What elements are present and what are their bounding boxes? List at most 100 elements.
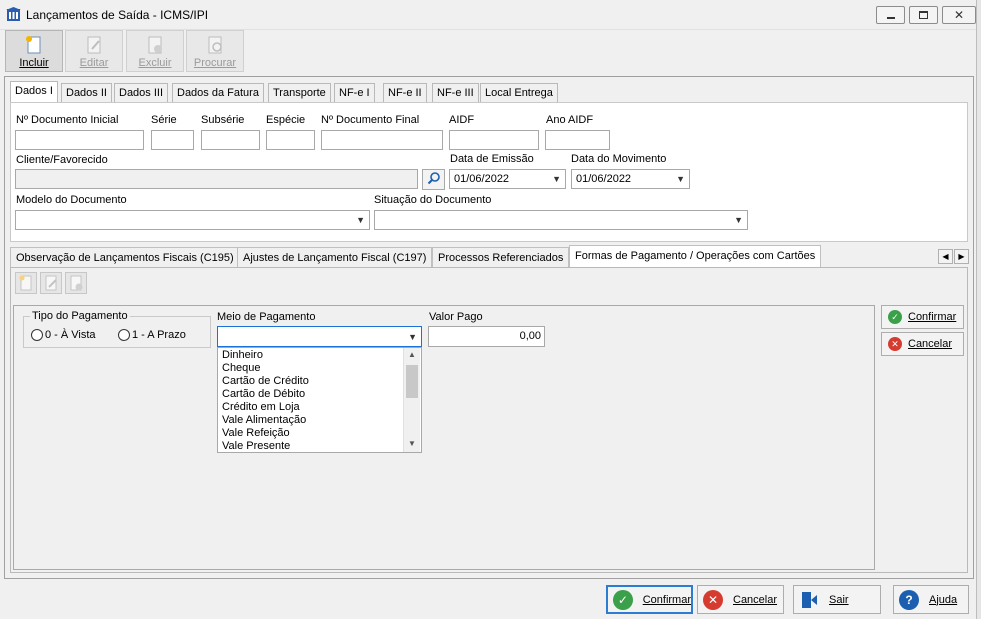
num-doc-final-label: Nº Documento Final (321, 114, 420, 126)
maximize-button[interactable] (909, 6, 938, 24)
cancelar-pagamento-button[interactable]: ✕ Cancelar (881, 332, 964, 356)
list-scrollbar[interactable]: ▲ ▼ (403, 348, 420, 452)
cliente-search-button[interactable] (422, 169, 445, 190)
confirmar-label: Confirmar (642, 593, 691, 606)
tab-formas-pagamento[interactable]: Formas de Pagamento / Operações com Cart… (569, 245, 822, 268)
incluir-button[interactable]: Incluir (5, 30, 63, 72)
mini-delete-button[interactable] (65, 272, 87, 294)
meio-pagamento-select[interactable]: ▼ (217, 326, 422, 347)
check-icon: ✓ (888, 310, 902, 324)
chevron-down-icon: ▼ (734, 215, 743, 225)
radio-a-prazo[interactable]: 1 - A Prazo (118, 329, 186, 341)
tab-ajustes-c197[interactable]: Ajustes de Lançamento Fiscal (C197) (237, 247, 433, 268)
confirmar-button[interactable]: ✓ Confirmar (606, 585, 693, 614)
ano-aidf-input[interactable] (545, 130, 610, 150)
tab-transporte[interactable]: Transporte (268, 83, 331, 103)
delete-document-icon (66, 275, 86, 296)
confirmar-pagamento-label: Confirmar (908, 311, 957, 323)
sair-button[interactable]: Sair (793, 585, 881, 614)
list-item[interactable]: Vale Refeição (222, 427, 290, 439)
list-item[interactable]: Vale Alimentação (222, 414, 306, 426)
tab-dados-iii[interactable]: Dados III (114, 83, 169, 103)
list-item[interactable]: Crédito em Loja (222, 401, 300, 413)
edit-document-icon (84, 35, 104, 55)
close-button[interactable]: ✕ (942, 6, 976, 24)
editar-button[interactable]: Editar (65, 30, 123, 72)
scroll-down-icon: ▼ (408, 439, 416, 448)
exit-door-icon (799, 590, 819, 610)
list-item[interactable]: Cheque (222, 362, 261, 374)
confirmar-pagamento-button[interactable]: ✓ Confirmar (881, 305, 964, 329)
minimize-icon (886, 17, 895, 19)
num-doc-inicial-input[interactable] (15, 130, 144, 150)
tabs-scroll-right-button[interactable]: ▶ (954, 249, 969, 264)
modelo-select[interactable]: ▼ (15, 210, 370, 230)
modelo-label: Modelo do Documento (16, 194, 127, 206)
maximize-icon (919, 11, 928, 19)
especie-input[interactable] (266, 130, 315, 150)
data-movimento-picker[interactable]: 01/06/2022 ▼ (571, 169, 690, 189)
serie-input[interactable] (151, 130, 194, 150)
chevron-down-icon: ▼ (356, 215, 365, 225)
new-document-icon (24, 35, 44, 55)
especie-label: Espécie (266, 114, 306, 126)
scroll-thumb[interactable] (406, 365, 418, 398)
tab-nfe-i[interactable]: NF-e I (334, 83, 375, 103)
list-item[interactable]: Vale Presente (222, 440, 290, 452)
valor-pago-input[interactable]: 0,00 (428, 326, 545, 347)
data-emissao-value: 01/06/2022 (454, 173, 510, 185)
radio-a-vista[interactable]: 0 - À Vista (31, 329, 96, 341)
data-emissao-label: Data de Emissão (450, 153, 534, 165)
cancelar-label: Cancelar (733, 593, 778, 606)
tab-nfe-ii[interactable]: NF-e II (383, 83, 427, 103)
list-item[interactable]: Dinheiro (222, 349, 263, 361)
tab-processos-referenciados[interactable]: Processos Referenciados (432, 247, 570, 268)
ajuda-button[interactable]: ? Ajuda (893, 585, 969, 614)
incluir-label: Incluir (19, 57, 49, 69)
chevron-down-icon: ▼ (552, 174, 561, 184)
check-icon: ✓ (613, 589, 633, 610)
ajuda-label: Ajuda (929, 593, 958, 606)
aidf-input[interactable] (449, 130, 539, 150)
excluir-button[interactable]: Excluir (126, 30, 184, 72)
meio-pagamento-dropdown-list: Dinheiro Cheque Cartão de Crédito Cartão… (217, 347, 422, 453)
app-icon (6, 7, 21, 22)
procurar-label: Procurar (193, 57, 237, 69)
radio-a-vista-label: 0 - À Vista (45, 329, 96, 341)
radio-circle (118, 329, 130, 341)
valor-pago-label: Valor Pago (429, 311, 483, 323)
arrow-right-icon: ▶ (958, 252, 965, 261)
aidf-label: AIDF (449, 114, 475, 126)
situacao-select[interactable]: ▼ (374, 210, 748, 230)
mini-edit-button[interactable] (40, 272, 62, 294)
cliente-input[interactable] (15, 169, 418, 189)
num-doc-final-input[interactable] (321, 130, 443, 150)
ano-aidf-label: Ano AIDF (546, 114, 594, 126)
list-item[interactable]: Cartão de Débito (222, 388, 305, 400)
subserie-label: Subsérie (201, 114, 245, 126)
editar-label: Editar (79, 57, 109, 69)
num-doc-inicial-label: Nº Documento Inicial (16, 114, 119, 126)
tab-observacao-c195[interactable]: Observação de Lançamentos Fiscais (C195) (10, 247, 240, 268)
chevron-down-icon: ▼ (676, 174, 685, 184)
search-icon (427, 171, 441, 188)
mini-add-button[interactable] (15, 272, 37, 294)
tab-dados-ii[interactable]: Dados II (61, 83, 112, 103)
close-icon: ✕ (953, 8, 965, 22)
list-item[interactable]: Cartão de Crédito (222, 375, 309, 387)
meio-pagamento-label: Meio de Pagamento (217, 311, 316, 323)
tab-local-entrega[interactable]: Local Entrega (480, 83, 558, 103)
serie-label: Série (151, 114, 177, 126)
tab-dados-fatura[interactable]: Dados da Fatura (172, 83, 264, 103)
procurar-button[interactable]: Procurar (186, 30, 244, 72)
data-emissao-picker[interactable]: 01/06/2022 ▼ (449, 169, 566, 189)
minimize-button[interactable] (876, 6, 905, 24)
tab-dados-i[interactable]: Dados I (10, 81, 58, 103)
help-icon: ? (899, 589, 919, 610)
new-document-icon (16, 275, 36, 296)
window-title: Lançamentos de Saída - ICMS/IPI (26, 8, 209, 22)
tab-nfe-iii[interactable]: NF-e III (432, 83, 479, 103)
subserie-input[interactable] (201, 130, 260, 150)
cancelar-button[interactable]: ✕ Cancelar (697, 585, 784, 614)
tabs-scroll-left-button[interactable]: ◀ (938, 249, 953, 264)
